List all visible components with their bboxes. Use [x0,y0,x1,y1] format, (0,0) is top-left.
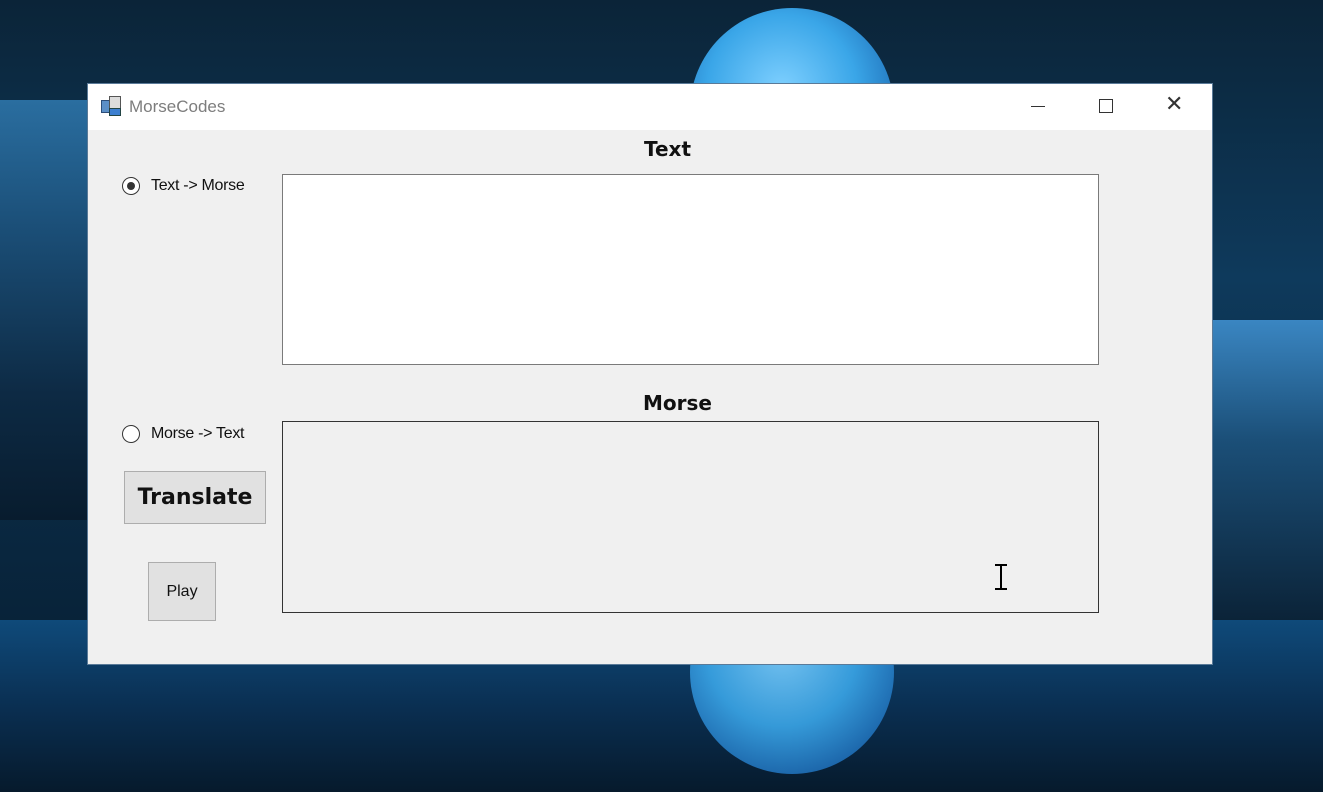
maximize-icon [1099,99,1113,113]
morse-codes-window: MorseCodes ✕ Text Text -> Morse Morse Mo… [88,84,1212,664]
radio-text-to-morse-label: Text -> Morse [151,177,245,194]
minimize-button[interactable] [1003,84,1073,130]
radio-morse-to-text[interactable]: Morse -> Text [122,425,244,443]
mountain-right-image [1212,320,1323,620]
play-button[interactable]: Play [148,562,216,621]
window-title: MorseCodes [129,97,226,116]
translate-button[interactable]: Translate [124,471,266,524]
radio-unselected-icon[interactable] [122,425,140,443]
text-input[interactable] [282,174,1099,365]
radio-text-to-morse[interactable]: Text -> Morse [122,177,245,195]
mountain-left-image [0,100,90,520]
app-window-icon [101,96,121,116]
ibeam-cursor-icon [994,564,1008,590]
radio-selected-icon[interactable] [122,177,140,195]
radio-morse-to-text-label: Morse -> Text [151,425,245,442]
morse-output[interactable] [282,421,1099,613]
close-button[interactable]: ✕ [1141,84,1211,130]
morse-heading: Morse [643,391,712,415]
title-bar[interactable]: MorseCodes ✕ [88,84,1212,130]
minimize-icon [1031,106,1045,107]
text-heading: Text [644,137,692,161]
close-icon: ✕ [1165,92,1184,117]
maximize-button[interactable] [1071,84,1141,130]
